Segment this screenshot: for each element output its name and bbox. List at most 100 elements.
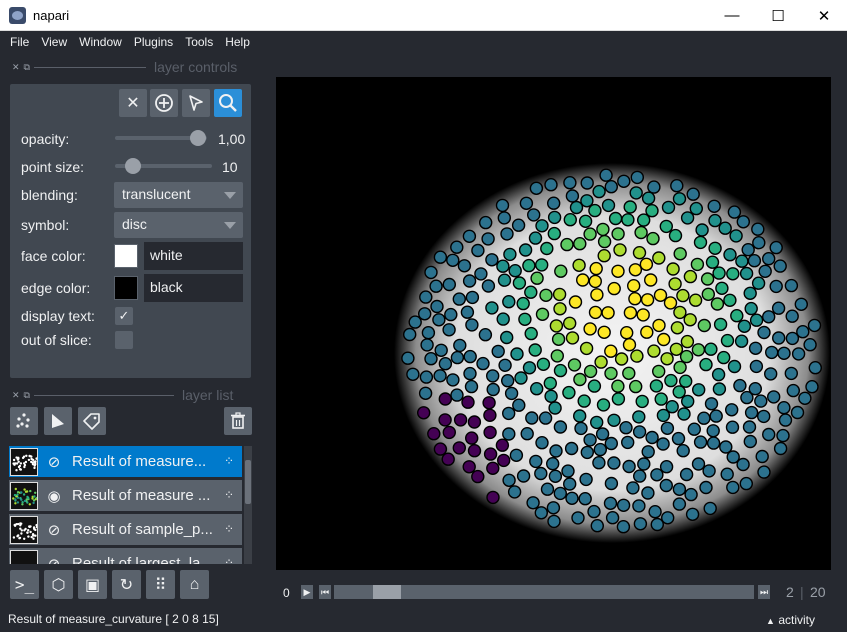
face-color-input[interactable]: white	[144, 242, 243, 270]
new-points-layer-button[interactable]	[10, 407, 38, 435]
point-marker	[758, 264, 772, 279]
menu-view[interactable]: View	[41, 35, 67, 49]
point-marker	[635, 394, 649, 409]
add-points-button[interactable]	[150, 89, 178, 117]
point-marker	[767, 390, 781, 404]
point-marker	[510, 347, 524, 361]
layer-row[interactable]: ⊘ Result of sample_p... ⁘	[9, 514, 242, 545]
layer-row[interactable]: ◉ Result of measure ... ⁘	[9, 480, 242, 511]
step-back-icon[interactable]: ⏮	[319, 585, 331, 599]
display-text-checkbox[interactable]: ✓	[115, 307, 133, 325]
point-marker	[420, 338, 434, 352]
point-marker	[553, 420, 568, 434]
transpose-button[interactable]: ↻	[112, 570, 141, 599]
canvas-image[interactable]	[276, 77, 831, 570]
point-size-slider-handle[interactable]	[124, 158, 141, 174]
point-marker	[676, 444, 690, 458]
out-of-slice-checkbox[interactable]	[115, 331, 133, 349]
point-marker	[408, 315, 422, 329]
face-color-swatch[interactable]	[114, 244, 138, 268]
grid-view-button[interactable]: ⠿	[146, 570, 175, 599]
point-marker	[744, 301, 758, 316]
layer-row[interactable]: ⊘ Result of measure... ⁘	[9, 446, 242, 477]
dock-float-icon[interactable]: ⧉	[24, 390, 30, 401]
menu-plugins[interactable]: Plugins	[134, 35, 173, 49]
delete-selected-points-button[interactable]: ✕	[119, 89, 147, 117]
layer-list-scrollbar[interactable]	[244, 446, 252, 564]
pan-zoom-button[interactable]	[214, 89, 242, 117]
ndisplay-button[interactable]: ⬡	[44, 570, 73, 599]
menu-help[interactable]: Help	[225, 35, 250, 49]
point-marker	[629, 186, 643, 200]
point-marker	[465, 318, 479, 332]
eye-slash-icon[interactable]: ⊘	[42, 555, 66, 565]
point-marker	[659, 219, 673, 234]
dock-close-icon[interactable]: ✕	[12, 62, 20, 73]
point-marker	[691, 343, 706, 357]
point-marker	[608, 211, 623, 226]
close-window-button[interactable]: ✕	[801, 0, 847, 31]
point-marker	[579, 472, 593, 487]
menu-window[interactable]: Window	[79, 35, 122, 49]
point-marker	[730, 308, 744, 323]
point-marker	[725, 420, 740, 434]
layer-name[interactable]: Result of largest_la...	[72, 555, 212, 564]
new-labels-layer-button[interactable]	[78, 407, 106, 435]
dims-slider-track[interactable]	[334, 585, 754, 599]
point-marker	[637, 213, 651, 227]
new-shapes-layer-button[interactable]	[44, 407, 72, 435]
layer-name[interactable]: Result of measure ...	[72, 487, 212, 504]
point-marker	[647, 180, 661, 194]
opacity-slider-handle[interactable]	[189, 130, 206, 146]
dock-float-icon[interactable]: ⧉	[24, 62, 30, 73]
points-icon	[16, 413, 30, 428]
point-marker	[444, 307, 458, 322]
dims-current-index[interactable]: 2	[786, 584, 794, 600]
menu-file[interactable]: File	[10, 35, 29, 49]
point-marker	[739, 266, 754, 281]
point-marker	[748, 341, 763, 355]
edge-color-input[interactable]: black	[144, 274, 243, 302]
point-marker	[628, 291, 642, 306]
edge-color-swatch[interactable]	[114, 276, 138, 300]
point-marker	[653, 288, 668, 303]
delete-layer-button[interactable]	[224, 407, 252, 435]
layer-name[interactable]: Result of measure...	[72, 453, 212, 470]
dims-slider-thumb[interactable]	[373, 585, 402, 599]
point-marker	[427, 427, 441, 441]
point-marker	[592, 184, 606, 199]
maximize-button[interactable]: ☐	[755, 0, 801, 31]
layer-row[interactable]: ⊘ Result of largest_la... ⁘	[9, 548, 242, 564]
viewer-canvas[interactable]	[276, 77, 831, 570]
eye-slash-icon[interactable]: ⊘	[42, 453, 66, 471]
activity-button[interactable]: ▲ activity	[766, 613, 815, 627]
step-forward-icon[interactable]: ⏭	[758, 585, 770, 599]
point-marker	[462, 229, 477, 244]
point-marker	[611, 379, 625, 393]
point-marker	[567, 358, 582, 372]
point-marker	[446, 373, 460, 387]
menu-tools[interactable]: Tools	[185, 35, 213, 49]
point-marker	[704, 397, 719, 411]
dock-close-icon[interactable]: ✕	[12, 390, 20, 401]
point-marker	[707, 199, 721, 214]
point-marker	[571, 511, 585, 525]
roll-dimensions-button[interactable]: ▣	[78, 570, 107, 599]
home-button[interactable]: ⌂	[180, 570, 209, 599]
symbol-dropdown[interactable]: disc	[114, 212, 243, 238]
point-size-value: 10	[222, 159, 238, 175]
eye-slash-icon[interactable]: ⊘	[42, 521, 66, 539]
layer-name[interactable]: Result of sample_p...	[72, 521, 212, 538]
point-marker	[574, 421, 588, 436]
select-points-button[interactable]	[182, 89, 210, 117]
console-button[interactable]: >_	[10, 570, 39, 599]
point-marker	[573, 372, 587, 387]
scrollbar-thumb[interactable]	[245, 460, 251, 504]
eye-icon[interactable]: ◉	[42, 487, 66, 505]
play-icon[interactable]: ▶	[301, 585, 313, 599]
blending-dropdown[interactable]: translucent	[114, 182, 243, 208]
magnifier-icon	[219, 94, 237, 112]
minimize-button[interactable]: —	[709, 0, 755, 31]
point-marker	[476, 356, 490, 371]
point-marker	[688, 293, 703, 307]
